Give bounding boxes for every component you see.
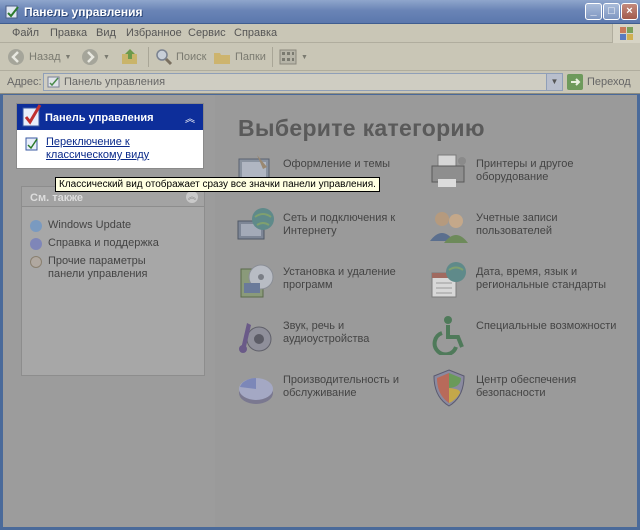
sound-speaker-icon xyxy=(239,323,272,353)
address-value: Панель управления xyxy=(64,76,166,88)
toolbar-separator xyxy=(148,47,149,67)
menu-file[interactable]: Файл xyxy=(12,27,39,39)
views-button[interactable]: ▼ xyxy=(278,47,308,67)
search-icon xyxy=(156,49,173,66)
collapse-chevron-icon[interactable]: ︽ xyxy=(185,110,195,125)
menu-edit[interactable]: Правка xyxy=(50,27,87,39)
window-title: Панель управления xyxy=(24,5,143,19)
see-also-item-label: Справка и поддержка xyxy=(48,237,159,249)
category-label: Установка и удаление программ xyxy=(283,266,396,291)
menu-view[interactable]: Вид xyxy=(96,27,116,39)
menu-tools[interactable]: Сервис xyxy=(188,27,226,39)
category-label: Звук, речь и аудиоустройства xyxy=(283,320,370,345)
category-performance[interactable]: Производительность и обслуживание xyxy=(235,367,433,409)
tooltip: Классический вид отображает сразу все зн… xyxy=(55,177,380,192)
windows-update-icon xyxy=(30,220,42,232)
category-label: Специальные возможности xyxy=(476,320,617,332)
chevron-down-icon: ▼ xyxy=(64,53,72,61)
collapse-chevron-icon[interactable]: ︽ xyxy=(186,191,198,203)
minimize-button[interactable]: _ xyxy=(585,3,602,20)
chevron-down-icon: ▼ xyxy=(301,53,308,61)
folders-button[interactable]: Папки xyxy=(212,47,266,67)
up-folder-button[interactable] xyxy=(120,47,140,67)
info-icon xyxy=(30,256,42,268)
category-date-time-language[interactable]: Дата, время, язык и региональные стандар… xyxy=(428,259,626,301)
classic-view-icon xyxy=(25,137,38,151)
see-also-help-support-link[interactable]: Справка и поддержка xyxy=(30,237,159,250)
control-panel-small-icon xyxy=(47,76,60,88)
users-icon xyxy=(430,212,468,243)
printer-icon xyxy=(431,154,466,187)
category-label: Принтеры и другое оборудование xyxy=(476,158,574,183)
search-label: Поиск xyxy=(176,51,207,63)
up-folder-icon xyxy=(122,49,137,64)
category-sound[interactable]: Звук, речь и аудиоустройства xyxy=(235,313,433,355)
control-panel-task-title: Панель управления xyxy=(45,112,154,124)
see-also-other-settings-link[interactable]: Прочие параметры панели управления xyxy=(30,255,180,281)
go-arrow-icon xyxy=(567,74,583,90)
install-programs-icon xyxy=(240,264,274,298)
folders-icon xyxy=(214,53,230,64)
title-bar: Панель управления _ □ × xyxy=(0,0,640,24)
category-accessibility[interactable]: Специальные возможности xyxy=(428,313,626,355)
control-panel-icon xyxy=(5,5,19,19)
control-panel-checkmark-icon xyxy=(22,104,42,127)
toolbar: Назад ▼ ▼ Поиск Папки ▼ xyxy=(0,43,640,71)
category-label: Дата, время, язык и региональные стандар… xyxy=(476,266,606,291)
category-printers[interactable]: Принтеры и другое оборудование xyxy=(428,151,626,193)
search-button[interactable]: Поиск xyxy=(154,47,206,67)
forward-arrow-icon xyxy=(82,49,98,65)
category-network[interactable]: Сеть и подключения к Интернету xyxy=(235,205,433,247)
back-label: Назад xyxy=(29,51,61,63)
see-also-title: См. также xyxy=(30,192,83,204)
maximize-button[interactable]: □ xyxy=(603,3,620,20)
category-security-center[interactable]: Центр обеспечения безопасности xyxy=(428,367,626,409)
see-also-item-label: Windows Update xyxy=(48,219,132,231)
see-also-task-box: См. также ︽ Windows Update Справка и под… xyxy=(21,186,205,376)
menu-bar: Файл Правка Вид Избранное Сервис Справка xyxy=(0,24,640,43)
shield-icon xyxy=(433,369,465,407)
views-grid-icon xyxy=(279,49,297,65)
category-label: Центр обеспечения безопасности xyxy=(476,374,577,399)
forward-button[interactable]: ▼ xyxy=(80,47,110,67)
content-area: Панель управления ︽ Переключение к класс… xyxy=(3,95,637,527)
folders-label: Папки xyxy=(235,51,266,63)
network-globe-icon xyxy=(237,208,274,240)
back-arrow-icon xyxy=(8,49,24,65)
category-label: Сеть и подключения к Интернету xyxy=(283,212,396,237)
see-also-windows-update-link[interactable]: Windows Update xyxy=(30,219,131,232)
control-panel-task-header[interactable]: Панель управления ︽ xyxy=(17,104,203,130)
accessibility-icon xyxy=(432,316,464,355)
menu-favorites[interactable]: Избранное xyxy=(126,27,182,39)
switch-to-classic-view-link[interactable]: Переключение к классическому виду xyxy=(46,136,196,162)
category-user-accounts[interactable]: Учетные записи пользователей xyxy=(428,205,626,247)
address-label: Адрес: xyxy=(7,76,42,88)
menu-help[interactable]: Справка xyxy=(234,27,277,39)
go-button[interactable]: Переход xyxy=(567,74,631,90)
go-label: Переход xyxy=(587,76,631,88)
close-button[interactable]: × xyxy=(621,3,638,20)
windows-logo-icon xyxy=(612,24,640,43)
back-button[interactable]: Назад ▼ xyxy=(6,47,71,67)
see-also-item-label: Прочие параметры панели управления xyxy=(48,255,148,280)
control-panel-task-box: Панель управления ︽ Переключение к класс… xyxy=(16,103,204,169)
category-label: Оформление и темы xyxy=(283,158,391,170)
category-label: Производительность и обслуживание xyxy=(283,374,399,399)
category-add-remove-programs[interactable]: Установка и удаление программ xyxy=(235,259,433,301)
date-time-globe-icon xyxy=(431,262,466,298)
task-pane: Панель управления ︽ Переключение к класс… xyxy=(3,95,380,527)
category-label: Учетные записи пользователей xyxy=(476,212,558,237)
address-dropdown-button[interactable]: ▼ xyxy=(546,74,562,90)
help-icon xyxy=(30,238,42,250)
chevron-down-icon: ▼ xyxy=(103,53,110,61)
page-title: Выберите категорию xyxy=(238,115,485,141)
toolbar-separator xyxy=(272,47,273,67)
address-bar: Адрес: Панель управления ▼ Переход xyxy=(0,71,640,94)
address-input[interactable]: Панель управления ▼ xyxy=(43,73,563,91)
performance-pie-icon xyxy=(239,378,273,404)
